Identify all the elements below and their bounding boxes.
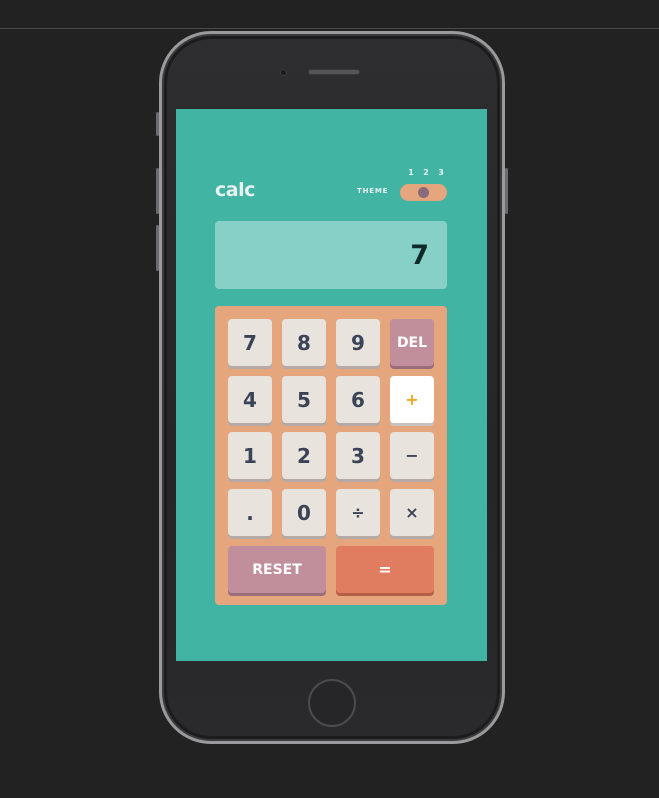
key-7[interactable]: 7 (228, 319, 272, 366)
display-value: 7 (410, 239, 429, 271)
theme-toggle-knob[interactable] (418, 187, 429, 198)
theme-label: THEME (357, 187, 389, 195)
minus-button[interactable]: − (390, 432, 434, 479)
key-9[interactable]: 9 (336, 319, 380, 366)
app-logo: calc (215, 179, 255, 201)
home-button[interactable] (308, 679, 356, 727)
key-5[interactable]: 5 (282, 376, 326, 423)
phone-power-button (505, 168, 508, 214)
theme-option-3[interactable]: 3 (436, 168, 446, 177)
divide-button[interactable]: ÷ (336, 489, 380, 536)
front-camera (280, 69, 287, 76)
calculator-screen: calc THEME 1 2 3 7 7 8 9 DEL 4 5 6 + 1 2… (176, 109, 487, 661)
key-0[interactable]: 0 (282, 489, 326, 536)
plus-button[interactable]: + (390, 376, 434, 423)
key-2[interactable]: 2 (282, 432, 326, 479)
reset-button[interactable]: RESET (228, 546, 326, 593)
key-1[interactable]: 1 (228, 432, 272, 479)
theme-option-2[interactable]: 2 (421, 168, 431, 177)
top-divider (0, 28, 659, 29)
result-display: 7 (215, 221, 447, 289)
multiply-button[interactable]: × (390, 489, 434, 536)
theme-toggle[interactable] (400, 184, 447, 201)
earpiece-speaker (308, 69, 360, 75)
key-4[interactable]: 4 (228, 376, 272, 423)
decimal-button[interactable]: . (228, 489, 272, 536)
theme-option-1[interactable]: 1 (406, 168, 416, 177)
key-6[interactable]: 6 (336, 376, 380, 423)
delete-button[interactable]: DEL (390, 319, 434, 366)
equals-button[interactable]: = (336, 546, 434, 593)
key-8[interactable]: 8 (282, 319, 326, 366)
key-3[interactable]: 3 (336, 432, 380, 479)
theme-options: 1 2 3 (402, 168, 450, 177)
keypad: 7 8 9 DEL 4 5 6 + 1 2 3 − . 0 ÷ × RESET … (215, 306, 447, 605)
